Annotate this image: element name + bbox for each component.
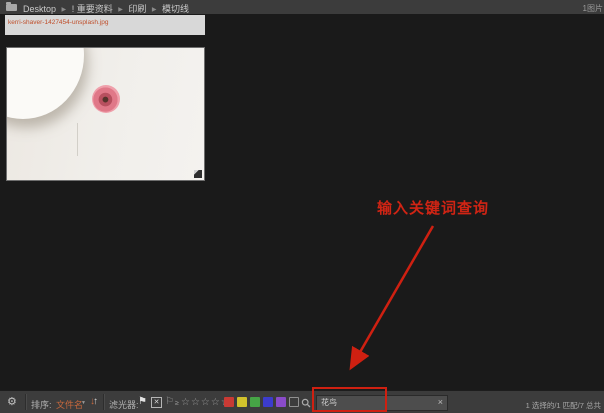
sort-by-dropdown[interactable]: 文件名 (56, 398, 83, 411)
sort-label: 排序: (31, 400, 52, 410)
separator (25, 394, 27, 410)
thumbnail-image[interactable] (6, 47, 205, 181)
selection-status-text: 1 选择的/1 匹配/7 总共 (525, 401, 601, 410)
greater-equal-icon: ≥ (175, 400, 179, 407)
breadcrumb-item-print[interactable]: 印刷 (128, 4, 146, 14)
flag-reject-icon[interactable]: ✕ (151, 397, 162, 408)
sort-direction-button[interactable]: ↓↑ (90, 396, 98, 407)
clear-search-icon[interactable]: × (438, 397, 443, 407)
gear-icon[interactable]: ⚙ (7, 395, 17, 408)
search-icon (301, 398, 311, 408)
selected-thumbnail-name-cell[interactable]: kerri-shaver-1427454-unsplash.jpg (5, 15, 205, 35)
card-edge-line (77, 123, 78, 156)
breadcrumb-item-diecut[interactable]: 模切线 (162, 4, 189, 14)
content-area: kerri-shaver-1427454-unsplash.jpg 输入关键词查… (0, 14, 604, 390)
plate-shape (7, 48, 84, 119)
label-swatch-none[interactable] (289, 397, 299, 407)
label-swatch-blue[interactable] (263, 397, 273, 407)
annotation-highlight-rect (312, 387, 387, 412)
label-swatch-purple[interactable] (276, 397, 286, 407)
breadcrumb-separator-icon: ▶ (118, 7, 123, 13)
path-bar: Desktop ▶ ! 重要资料 ▶ 印刷 ▶ 模切线 1图片 (0, 0, 604, 15)
label-swatch-green[interactable] (250, 397, 260, 407)
thumbnail-filename: kerri-shaver-1427454-unsplash.jpg (8, 19, 109, 26)
folder-icon (6, 2, 17, 11)
bridge-window: Desktop ▶ ! 重要资料 ▶ 印刷 ▶ 模切线 1图片 kerri-sh… (0, 0, 604, 413)
label-swatch-red[interactable] (224, 397, 234, 407)
separator (103, 394, 105, 410)
breadcrumb-item-desktop[interactable]: Desktop (23, 4, 56, 14)
breadcrumb-separator-icon: ▶ (61, 7, 67, 13)
status-bar: ⚙ 排序: 文件名 ▼ ↓↑ 滤光器: ⚑ ✕ ⚐ ≥ ☆☆☆☆☆ × 1 选择… (0, 390, 604, 413)
page-corner-icon (194, 170, 202, 178)
flag-approved-icon[interactable]: ⚑ (138, 396, 147, 407)
label-swatch-yellow[interactable] (237, 397, 247, 407)
breadcrumb-item-important[interactable]: ! 重要资料 (72, 4, 113, 14)
flag-unflagged-icon[interactable]: ⚐ (165, 396, 174, 407)
filter-label: 滤光器: (109, 400, 139, 410)
chevron-down-icon[interactable]: ▼ (81, 400, 86, 406)
item-count-label: 1图片 (582, 4, 603, 13)
annotation-text: 输入关键词查询 (377, 200, 490, 217)
flower-shape (92, 85, 120, 113)
arrow-up-icon: ↑ (93, 396, 98, 407)
breadcrumb-separator-icon: ▶ (151, 7, 157, 13)
